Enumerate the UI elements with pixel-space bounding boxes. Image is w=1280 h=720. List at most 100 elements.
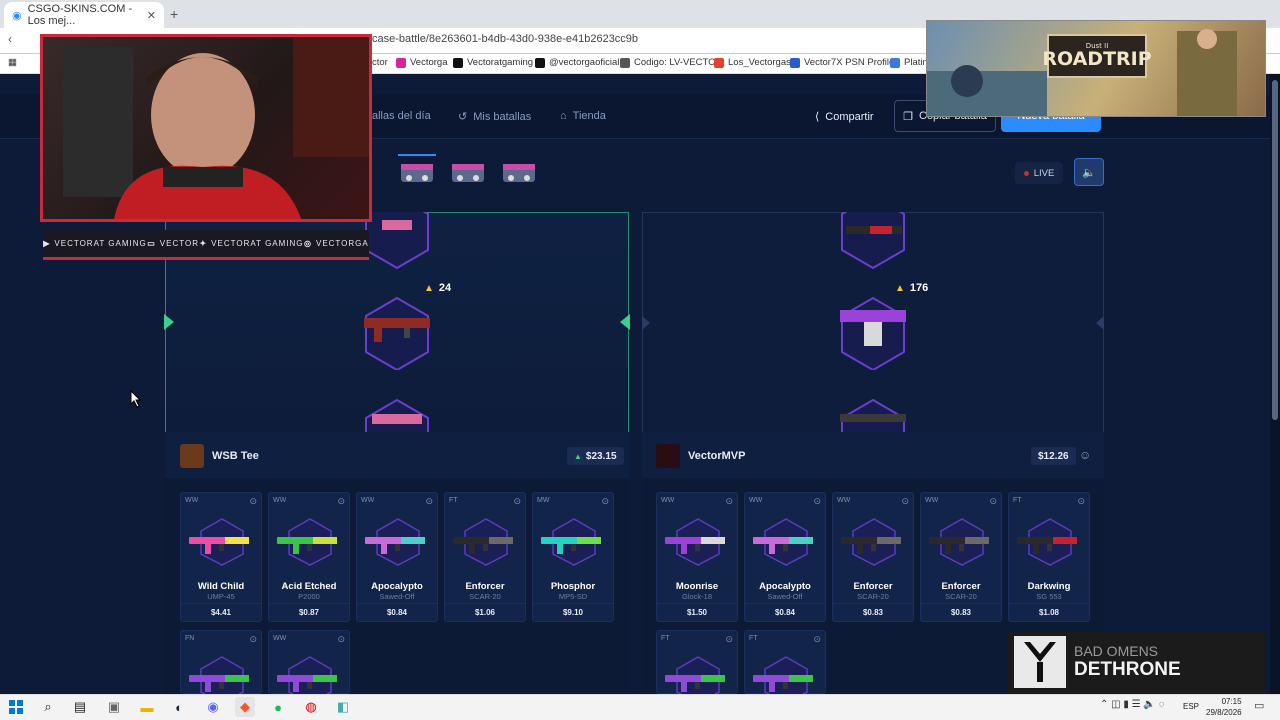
brave-browser-icon[interactable]: ◆ (235, 697, 255, 717)
file-explorer-icon[interactable]: ▬ (137, 697, 157, 717)
item-info-icon[interactable]: ⊙ (425, 496, 433, 507)
weapon-skin-icon (365, 537, 425, 554)
nav-battles-today[interactable]: allas del día (372, 110, 431, 122)
item-price: $0.87 (269, 603, 349, 621)
sound-toggle-button[interactable]: 🔈 (1074, 158, 1104, 186)
avatar[interactable] (656, 444, 680, 468)
obs-icon[interactable]: ◍ (301, 697, 321, 717)
bookmark[interactable]: Platin (890, 57, 928, 68)
banana-icon: ▲ (424, 282, 434, 294)
bookmark[interactable]: Codigo: LV-VECTOR (620, 57, 722, 68)
case-thumbnail[interactable] (449, 154, 487, 188)
start-icon[interactable] (6, 697, 26, 717)
item-info-icon[interactable]: ⊙ (513, 496, 521, 507)
item-weapon: Sawed-Off (379, 592, 415, 601)
weapon-skin-icon (665, 675, 725, 692)
bookmark[interactable]: Vectorga (396, 57, 448, 68)
item-card[interactable]: WW ⊙ Acid Etched P2000 $0.87 (268, 492, 350, 622)
task-view-icon[interactable]: ▤ (70, 697, 90, 717)
weapon-skin-icon (665, 537, 725, 554)
nav-store[interactable]: ⌂ Tienda (560, 110, 606, 122)
item-info-icon[interactable]: ⊙ (725, 634, 733, 645)
item-price: $0.83 (833, 603, 913, 621)
back-icon[interactable]: ‹ (8, 32, 12, 46)
item-card[interactable]: FT ⊙ Darkwing SG 553 $1.08 (1008, 492, 1090, 622)
case-thumbnail[interactable] (398, 154, 436, 188)
item-name: Enforcer (465, 581, 505, 592)
item-card[interactable]: WW ⊙ Enforcer SCAR-20 $0.83 (832, 492, 914, 622)
item-wear: FT (1013, 497, 1022, 504)
bookmark[interactable]: ctor (372, 57, 388, 68)
item-info-icon[interactable]: ⊙ (249, 496, 257, 507)
url-text[interactable]: case-battle/8e263601-b4db-43d0-938e-e41b… (372, 33, 638, 45)
spotify-icon[interactable]: ● (268, 697, 288, 717)
item-info-icon[interactable]: ⊙ (337, 634, 345, 645)
item-card[interactable]: MW ⊙ Phosphor MP5-SD $9.10 (532, 492, 614, 622)
item-card[interactable]: WW ⊙ Apocalypto Sawed-Off $0.84 (744, 492, 826, 622)
item-wear: FN (185, 635, 195, 642)
item-info-icon[interactable]: ⊙ (1077, 496, 1085, 507)
arrow-up-icon: ▲ (574, 451, 582, 461)
item-card[interactable]: WW ⊙ Moonrise Glock-18 $1.50 (656, 492, 738, 622)
item-weapon: Glock-18 (681, 592, 712, 601)
notification-icon[interactable]: ▭ (1254, 699, 1264, 712)
mouse-cursor-icon (130, 390, 142, 408)
nav-my-battles[interactable]: ↺ Mis batallas (458, 110, 531, 124)
item-wear: WW (749, 497, 763, 504)
item-name: Wild Child (197, 581, 245, 592)
weapon-skin-icon (277, 675, 337, 692)
reward-label: ▲ 24 (424, 282, 452, 294)
weapon-skin-icon (189, 537, 249, 554)
share-button[interactable]: ⟨ Compartir (815, 110, 874, 124)
steam-icon[interactable]: ◐ (169, 697, 189, 717)
game-title-card: Dust II ROADTRIP (1042, 34, 1152, 78)
item-weapon: SCAR-20 (469, 592, 501, 601)
discord-icon[interactable]: ◉ (203, 697, 223, 717)
close-tab-icon[interactable]: ✕ (147, 9, 156, 22)
item-card[interactable]: WW ⊙ Apocalypto Sawed-Off $0.84 (356, 492, 438, 622)
instagram-icon: ◎ (304, 239, 312, 248)
app-icon[interactable]: ▣ (104, 697, 124, 717)
app-icon[interactable]: ◧ (333, 697, 353, 717)
item-card[interactable]: FT ⊙ Enforcer SCAR-20 $1.06 (444, 492, 526, 622)
tray-icons[interactable]: ⌃ ◫ ▮ ☰ 🔈 ◌ (1100, 699, 1165, 710)
scrollbar-thumb[interactable] (1272, 80, 1278, 420)
language-indicator[interactable]: ESP (1183, 702, 1199, 711)
bookmark[interactable]: @vectorgaoficial (535, 57, 619, 68)
live-badge[interactable]: LIVE (1015, 162, 1063, 184)
search-icon[interactable]: ⌕ (38, 697, 58, 717)
browser-tab[interactable]: ◉ CSGO-SKINS.COM - Los mej... ✕ (4, 2, 164, 28)
twitch-icon: ▭ (147, 239, 156, 248)
reel-item-hex (841, 212, 905, 270)
bookmark[interactable]: Los_Vectorgas (714, 57, 791, 68)
case-thumbnail[interactable] (500, 154, 538, 188)
item-card[interactable]: WW ⊙ Wild Child UMP-45 $4.41 (180, 492, 262, 622)
item-info-icon[interactable]: ⊙ (249, 634, 257, 645)
item-card[interactable]: FT ⊙ (744, 630, 826, 704)
item-name: Enforcer (941, 581, 981, 592)
avatar[interactable] (180, 444, 204, 468)
item-card[interactable]: WW ⊙ (268, 630, 350, 704)
item-info-icon[interactable]: ⊙ (337, 496, 345, 507)
item-card[interactable]: FN ⊙ (180, 630, 262, 704)
item-card[interactable]: FT ⊙ (656, 630, 738, 704)
speaker-icon: 🔈 (1082, 166, 1096, 179)
bookmark[interactable]: Vectoratgaming (453, 57, 533, 68)
item-info-icon[interactable]: ⊙ (989, 496, 997, 507)
item-card[interactable]: WW ⊙ Enforcer SCAR-20 $0.83 (920, 492, 1002, 622)
item-weapon: Sawed-Off (767, 592, 803, 601)
system-clock[interactable]: 07:15 29/8/2026 (1206, 696, 1242, 718)
item-info-icon[interactable]: ⊙ (601, 496, 609, 507)
item-info-icon[interactable]: ⊙ (725, 496, 733, 507)
new-tab-icon[interactable]: + (170, 6, 178, 22)
item-name: Apocalypto (371, 581, 423, 592)
item-info-icon[interactable]: ⊙ (813, 634, 821, 645)
bookmark[interactable]: Vector7X PSN Profile (790, 57, 894, 68)
reel-item-hex (840, 296, 906, 370)
apps-icon[interactable]: ▦ (8, 57, 17, 68)
item-info-icon[interactable]: ⊙ (813, 496, 821, 507)
player-name[interactable]: VectorMVP (688, 450, 745, 462)
player-name[interactable]: WSB Tee (212, 450, 259, 462)
item-info-icon[interactable]: ⊙ (901, 496, 909, 507)
emoji-icon[interactable]: ☺ (1079, 448, 1091, 462)
